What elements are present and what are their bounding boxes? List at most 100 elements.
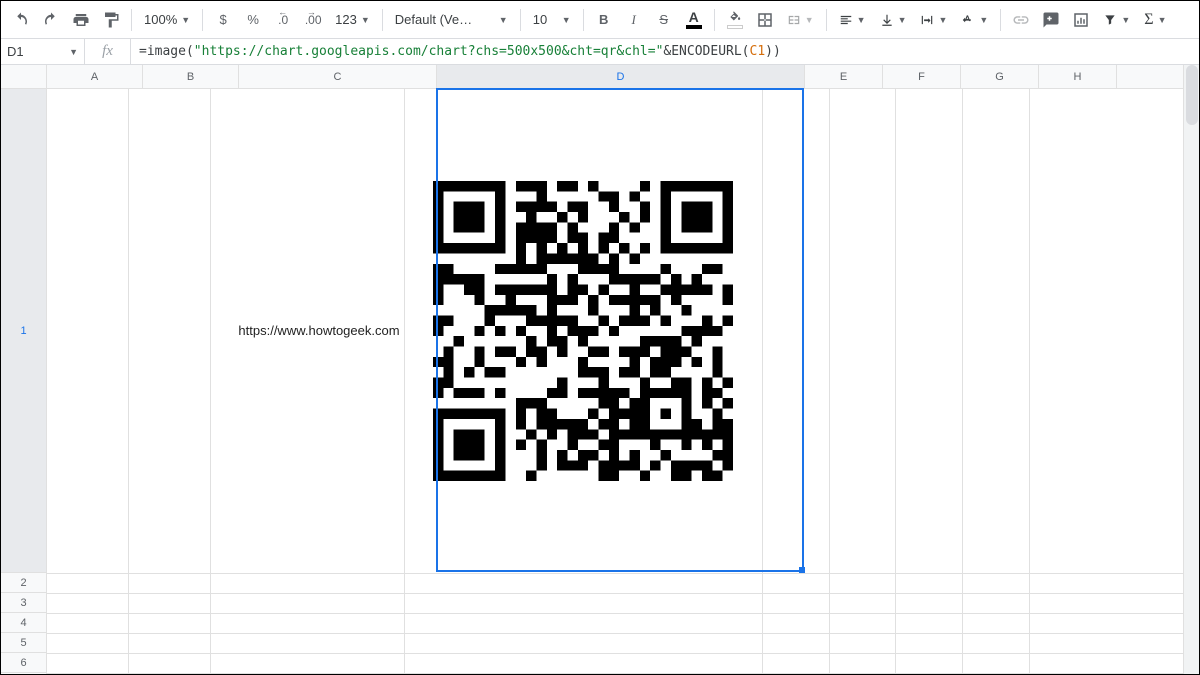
- select-all-corner[interactable]: [1, 65, 47, 89]
- cell-D5[interactable]: [404, 633, 762, 653]
- text-wrap-button[interactable]: ▼: [914, 6, 953, 34]
- row-header-2[interactable]: 2: [1, 573, 47, 593]
- cell-F3[interactable]: [829, 593, 896, 613]
- cell-G1[interactable]: [896, 89, 963, 573]
- cell-F6[interactable]: [829, 653, 896, 673]
- number-format-dropdown[interactable]: 123▼: [329, 6, 376, 34]
- column-header-D[interactable]: D: [437, 65, 805, 89]
- paint-format-button[interactable]: [97, 6, 125, 34]
- cell-B2[interactable]: [129, 573, 211, 593]
- insert-link-button[interactable]: [1007, 6, 1035, 34]
- cell-B1[interactable]: [129, 89, 211, 573]
- cell-A2[interactable]: [47, 573, 129, 593]
- cell-C1[interactable]: https://www.howtogeek.com: [211, 89, 404, 573]
- cell-G2[interactable]: [896, 573, 963, 593]
- row-header-3[interactable]: 3: [1, 593, 47, 613]
- horizontal-align-button[interactable]: ▼: [833, 6, 872, 34]
- cell-H7[interactable]: [963, 673, 1030, 674]
- text-rotation-button[interactable]: ▼: [955, 6, 994, 34]
- cell-F4[interactable]: [829, 613, 896, 633]
- cell-G6[interactable]: [896, 653, 963, 673]
- column-header-C[interactable]: C: [239, 65, 437, 89]
- cell-A3[interactable]: [47, 593, 129, 613]
- cell-B3[interactable]: [129, 593, 211, 613]
- print-button[interactable]: [67, 6, 95, 34]
- cell-G3[interactable]: [896, 593, 963, 613]
- cell-F5[interactable]: [829, 633, 896, 653]
- cell-D6[interactable]: [404, 653, 762, 673]
- row-header-6[interactable]: 6: [1, 653, 47, 673]
- cell-F1[interactable]: [829, 89, 896, 573]
- column-header-E[interactable]: E: [805, 65, 883, 89]
- undo-button[interactable]: [7, 6, 35, 34]
- cell-A5[interactable]: [47, 633, 129, 653]
- decrease-decimal-button[interactable]: .0←: [269, 6, 297, 34]
- percent-button[interactable]: %: [239, 6, 267, 34]
- cell-B4[interactable]: [129, 613, 211, 633]
- cell-C5[interactable]: [211, 633, 404, 653]
- column-header-H[interactable]: H: [1039, 65, 1117, 89]
- cell-C6[interactable]: [211, 653, 404, 673]
- font-size-dropdown[interactable]: 10▼: [527, 6, 577, 34]
- strikethrough-button[interactable]: S: [650, 6, 678, 34]
- cell-H4[interactable]: [963, 613, 1030, 633]
- column-header-G[interactable]: G: [961, 65, 1039, 89]
- font-dropdown[interactable]: Default (Ve…▼: [389, 6, 514, 34]
- name-box[interactable]: D1 ▼: [1, 39, 85, 64]
- vertical-align-button[interactable]: ▼: [874, 6, 913, 34]
- cell-E7[interactable]: [762, 673, 829, 674]
- cell-C7[interactable]: [211, 673, 404, 674]
- cell-B7[interactable]: [129, 673, 211, 674]
- cell-A7[interactable]: [47, 673, 129, 674]
- formula-bar[interactable]: =image("https://chart.googleapis.com/cha…: [131, 39, 1199, 64]
- fill-color-button[interactable]: [721, 6, 749, 34]
- italic-button[interactable]: I: [620, 6, 648, 34]
- cell-E3[interactable]: [762, 593, 829, 613]
- column-header-B[interactable]: B: [143, 65, 239, 89]
- cell-D4[interactable]: [404, 613, 762, 633]
- cell-B5[interactable]: [129, 633, 211, 653]
- cell-E5[interactable]: [762, 633, 829, 653]
- cell-C4[interactable]: [211, 613, 404, 633]
- insert-comment-button[interactable]: [1037, 6, 1065, 34]
- row-header-5[interactable]: 5: [1, 633, 47, 653]
- cell-D3[interactable]: [404, 593, 762, 613]
- cell-G4[interactable]: [896, 613, 963, 633]
- cell-F7[interactable]: [829, 673, 896, 674]
- row-header-7[interactable]: 7: [1, 673, 47, 674]
- row-header-4[interactable]: 4: [1, 613, 47, 633]
- cell-A1[interactable]: [47, 89, 129, 573]
- filter-button[interactable]: ▼: [1097, 6, 1136, 34]
- cell-H3[interactable]: [963, 593, 1030, 613]
- cell-H2[interactable]: [963, 573, 1030, 593]
- functions-button[interactable]: Σ▼: [1138, 6, 1172, 34]
- column-header-A[interactable]: A: [47, 65, 143, 89]
- cell-E4[interactable]: [762, 613, 829, 633]
- currency-button[interactable]: $: [209, 6, 237, 34]
- cell-D1[interactable]: [404, 89, 762, 573]
- bold-button[interactable]: B: [590, 6, 618, 34]
- cell-E2[interactable]: [762, 573, 829, 593]
- cell-G5[interactable]: [896, 633, 963, 653]
- text-color-button[interactable]: A: [680, 6, 708, 34]
- insert-chart-button[interactable]: [1067, 6, 1095, 34]
- cell-A6[interactable]: [47, 653, 129, 673]
- cell-C2[interactable]: [211, 573, 404, 593]
- column-header-F[interactable]: F: [883, 65, 961, 89]
- increase-decimal-button[interactable]: .00→: [299, 6, 327, 34]
- vertical-scrollbar-thumb[interactable]: [1186, 65, 1198, 125]
- vertical-scrollbar[interactable]: [1183, 65, 1199, 674]
- cell-A4[interactable]: [47, 613, 129, 633]
- cell-C3[interactable]: [211, 593, 404, 613]
- cell-E1[interactable]: [762, 89, 829, 573]
- grid-body[interactable]: https://www.howtogeek.com: [47, 89, 1199, 674]
- zoom-dropdown[interactable]: 100%▼: [138, 6, 196, 34]
- borders-button[interactable]: [751, 6, 779, 34]
- redo-button[interactable]: [37, 6, 65, 34]
- merge-cells-button[interactable]: ▼: [781, 6, 820, 34]
- row-header-1[interactable]: 1: [1, 89, 47, 573]
- cell-H1[interactable]: [963, 89, 1030, 573]
- cell-D7[interactable]: [404, 673, 762, 674]
- cell-G7[interactable]: [896, 673, 963, 674]
- cell-D2[interactable]: [404, 573, 762, 593]
